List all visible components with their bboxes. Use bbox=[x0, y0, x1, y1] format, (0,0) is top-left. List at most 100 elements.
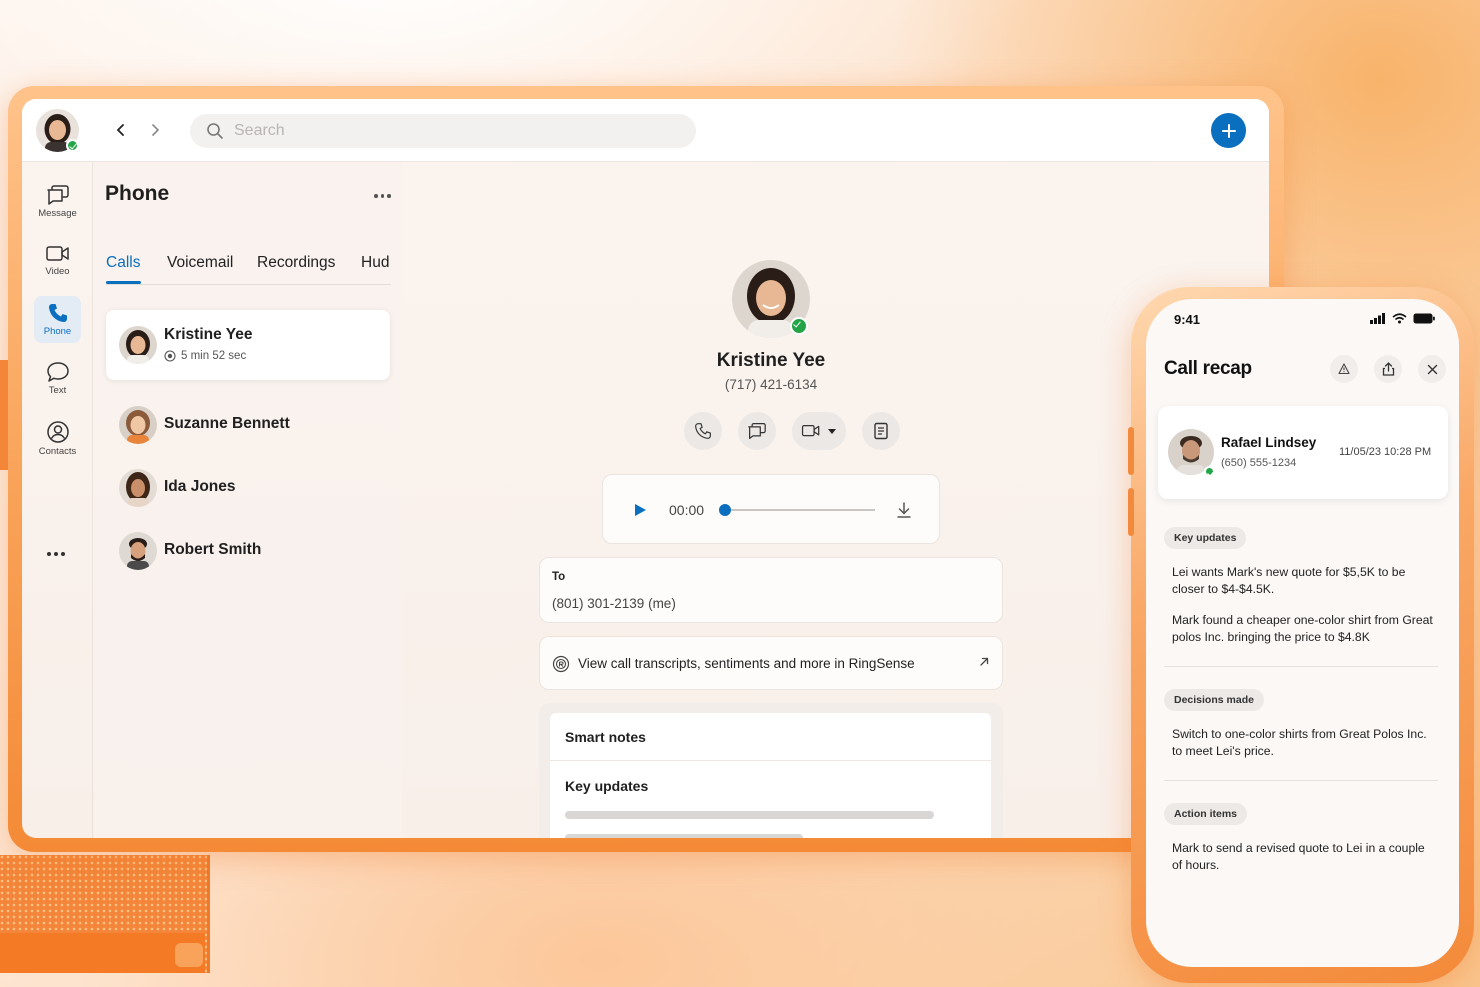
tab-recordings[interactable]: Recordings bbox=[257, 254, 335, 272]
device-side-button bbox=[1128, 427, 1134, 475]
rail-item-label: Text bbox=[48, 385, 67, 396]
wifi-icon bbox=[1392, 313, 1407, 324]
tab-calls[interactable]: Calls bbox=[106, 254, 140, 272]
section-label-action-items: Action items bbox=[1164, 803, 1248, 825]
play-icon[interactable] bbox=[633, 503, 647, 517]
contact-name-heading: Kristine Yee bbox=[716, 350, 826, 371]
contact-name: Suzanne Bennett bbox=[164, 415, 290, 432]
plus-icon bbox=[1221, 123, 1236, 138]
rail-more-button[interactable] bbox=[47, 552, 65, 556]
rail-item-label: Message bbox=[38, 208, 77, 219]
contact-name: Kristine Yee bbox=[164, 326, 253, 343]
playback-time: 00:00 bbox=[669, 502, 705, 518]
tab-hud[interactable]: Hud bbox=[361, 254, 389, 272]
rail-item-video[interactable]: Video bbox=[34, 237, 81, 284]
top-bar bbox=[22, 99, 1269, 162]
phone-icon bbox=[695, 423, 711, 439]
call-list-item[interactable]: Ida Jones bbox=[106, 459, 390, 529]
nav-rail: Message Video Phone Text Contacts bbox=[22, 162, 93, 838]
desktop-app-window: Message Video Phone Text Contacts Phone … bbox=[22, 99, 1269, 838]
video-icon bbox=[801, 425, 820, 437]
playback-track[interactable] bbox=[725, 509, 875, 511]
ringsense-icon bbox=[552, 655, 570, 673]
call-list-item[interactable]: Suzanne Bennett bbox=[106, 396, 390, 466]
decorative-chip bbox=[175, 943, 203, 967]
phone-list-panel: Phone Calls Voicemail Recordings Hud Kri… bbox=[94, 162, 402, 838]
status-bar-time: 9:41 bbox=[1174, 312, 1201, 327]
text-bubble-icon bbox=[46, 362, 69, 382]
rail-item-message[interactable]: Message bbox=[34, 178, 81, 225]
loading-skeleton-line bbox=[565, 811, 934, 819]
download-icon[interactable] bbox=[895, 501, 913, 519]
close-button[interactable] bbox=[1418, 355, 1446, 383]
divider bbox=[1164, 666, 1438, 667]
playback-scrubber[interactable] bbox=[719, 504, 731, 516]
contact-name: Robert Smith bbox=[164, 541, 262, 558]
call-duration-text: 5 min 52 sec bbox=[181, 350, 247, 362]
rail-item-text[interactable]: Text bbox=[34, 355, 81, 402]
report-button[interactable] bbox=[1330, 355, 1358, 383]
avatar bbox=[119, 406, 157, 444]
status-bar-icons bbox=[1370, 313, 1435, 324]
user-avatar[interactable] bbox=[36, 109, 79, 152]
contact-phone-number: (717) 421-6134 bbox=[724, 377, 818, 392]
smart-notes-content: Smart notes Key updates bbox=[550, 713, 991, 838]
recording-icon bbox=[164, 350, 176, 362]
presence-available-icon bbox=[66, 139, 79, 152]
loading-skeleton-line bbox=[565, 834, 803, 838]
divider bbox=[1164, 780, 1438, 781]
contact-avatar bbox=[732, 260, 810, 338]
contact-name: Ida Jones bbox=[164, 478, 236, 495]
more-dot bbox=[387, 194, 391, 198]
rail-item-contacts[interactable]: Contacts bbox=[34, 415, 81, 462]
tab-voicemail[interactable]: Voicemail bbox=[167, 254, 233, 272]
signal-icon bbox=[1370, 313, 1385, 324]
back-button[interactable] bbox=[110, 119, 132, 141]
message-button[interactable] bbox=[738, 412, 776, 450]
smart-notes-card: Smart notes Key updates bbox=[539, 703, 1003, 838]
smart-notes-section-title: Key updates bbox=[565, 778, 649, 794]
section-label-decisions-made: Decisions made bbox=[1164, 689, 1264, 711]
notes-icon bbox=[874, 422, 888, 440]
recap-contact-card[interactable]: Rafael Lindsey (650) 555-1234 11/05/23 1… bbox=[1158, 406, 1448, 499]
page-title: Phone bbox=[105, 182, 170, 205]
new-action-button[interactable] bbox=[1211, 113, 1246, 148]
presence-available-icon bbox=[790, 317, 808, 335]
close-icon bbox=[1427, 364, 1437, 374]
avatar bbox=[119, 326, 157, 364]
chevron-right-icon bbox=[152, 124, 160, 136]
call-list-item[interactable]: Kristine Yee 5 min 52 sec bbox=[106, 310, 390, 380]
phone-tabs: Calls Voicemail Recordings Hud bbox=[106, 252, 391, 285]
search-bar bbox=[190, 114, 696, 148]
recipient-label: To bbox=[552, 571, 566, 583]
recap-call-datetime: 11/05/23 10:28 PM bbox=[1339, 446, 1432, 458]
ringsense-link[interactable]: View call transcripts, sentiments and mo… bbox=[539, 636, 1003, 690]
section-label-key-updates: Key updates bbox=[1164, 527, 1247, 549]
share-button[interactable] bbox=[1374, 355, 1402, 383]
presence-available-icon bbox=[1204, 466, 1215, 477]
share-icon bbox=[1382, 362, 1394, 376]
call-button[interactable] bbox=[684, 412, 722, 450]
caret-down-icon bbox=[828, 429, 836, 434]
search-input[interactable] bbox=[234, 122, 654, 140]
warning-icon bbox=[1338, 363, 1350, 375]
contacts-icon bbox=[46, 421, 69, 443]
more-dot bbox=[61, 552, 65, 556]
panel-more-button[interactable] bbox=[374, 194, 391, 198]
recap-contact-name: Rafael Lindsey bbox=[1221, 435, 1317, 450]
call-list-item[interactable]: Robert Smith bbox=[106, 522, 390, 592]
notes-button[interactable] bbox=[862, 412, 900, 450]
message-icon bbox=[748, 423, 766, 439]
rail-item-label: Contacts bbox=[38, 446, 77, 457]
call-duration: 5 min 52 sec bbox=[164, 350, 246, 362]
recap-item: Mark found a cheaper one-color shirt fro… bbox=[1172, 613, 1433, 644]
video-call-button[interactable] bbox=[792, 412, 846, 450]
decorative-orange-block bbox=[0, 855, 210, 973]
ringsense-link-text: View call transcripts, sentiments and mo… bbox=[578, 656, 915, 671]
recap-item: Switch to one-color shirts from Great Po… bbox=[1172, 727, 1427, 758]
forward-button[interactable] bbox=[144, 119, 166, 141]
chevron-left-icon bbox=[116, 124, 124, 136]
rail-item-phone[interactable]: Phone bbox=[34, 296, 81, 343]
decorative-edge-strip bbox=[0, 360, 8, 470]
search-icon bbox=[207, 123, 223, 139]
